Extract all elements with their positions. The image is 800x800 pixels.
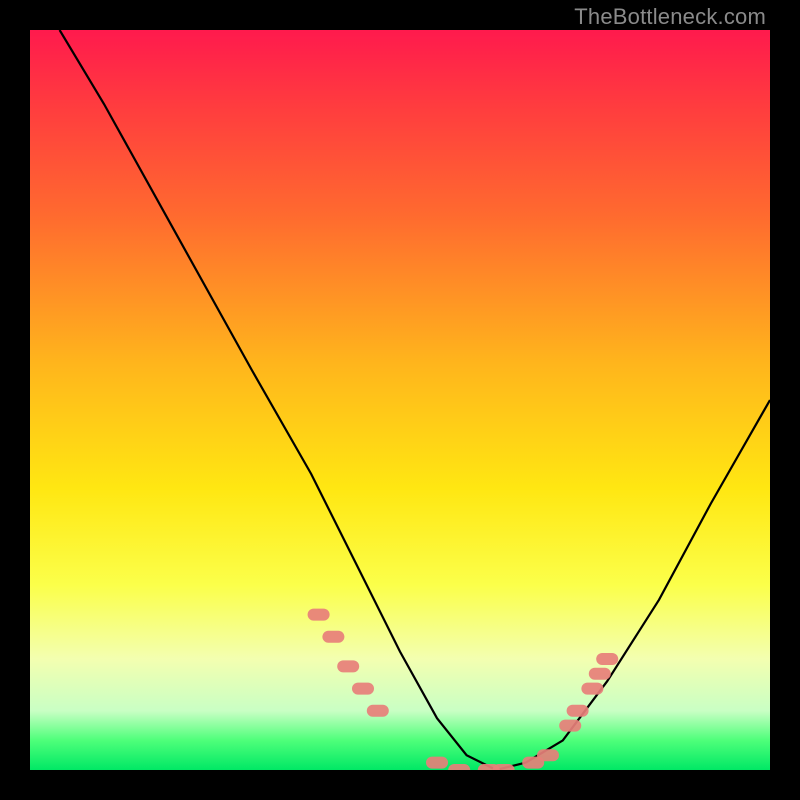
watermark-label: TheBottleneck.com	[574, 4, 766, 30]
chart-border-frame	[0, 0, 800, 800]
